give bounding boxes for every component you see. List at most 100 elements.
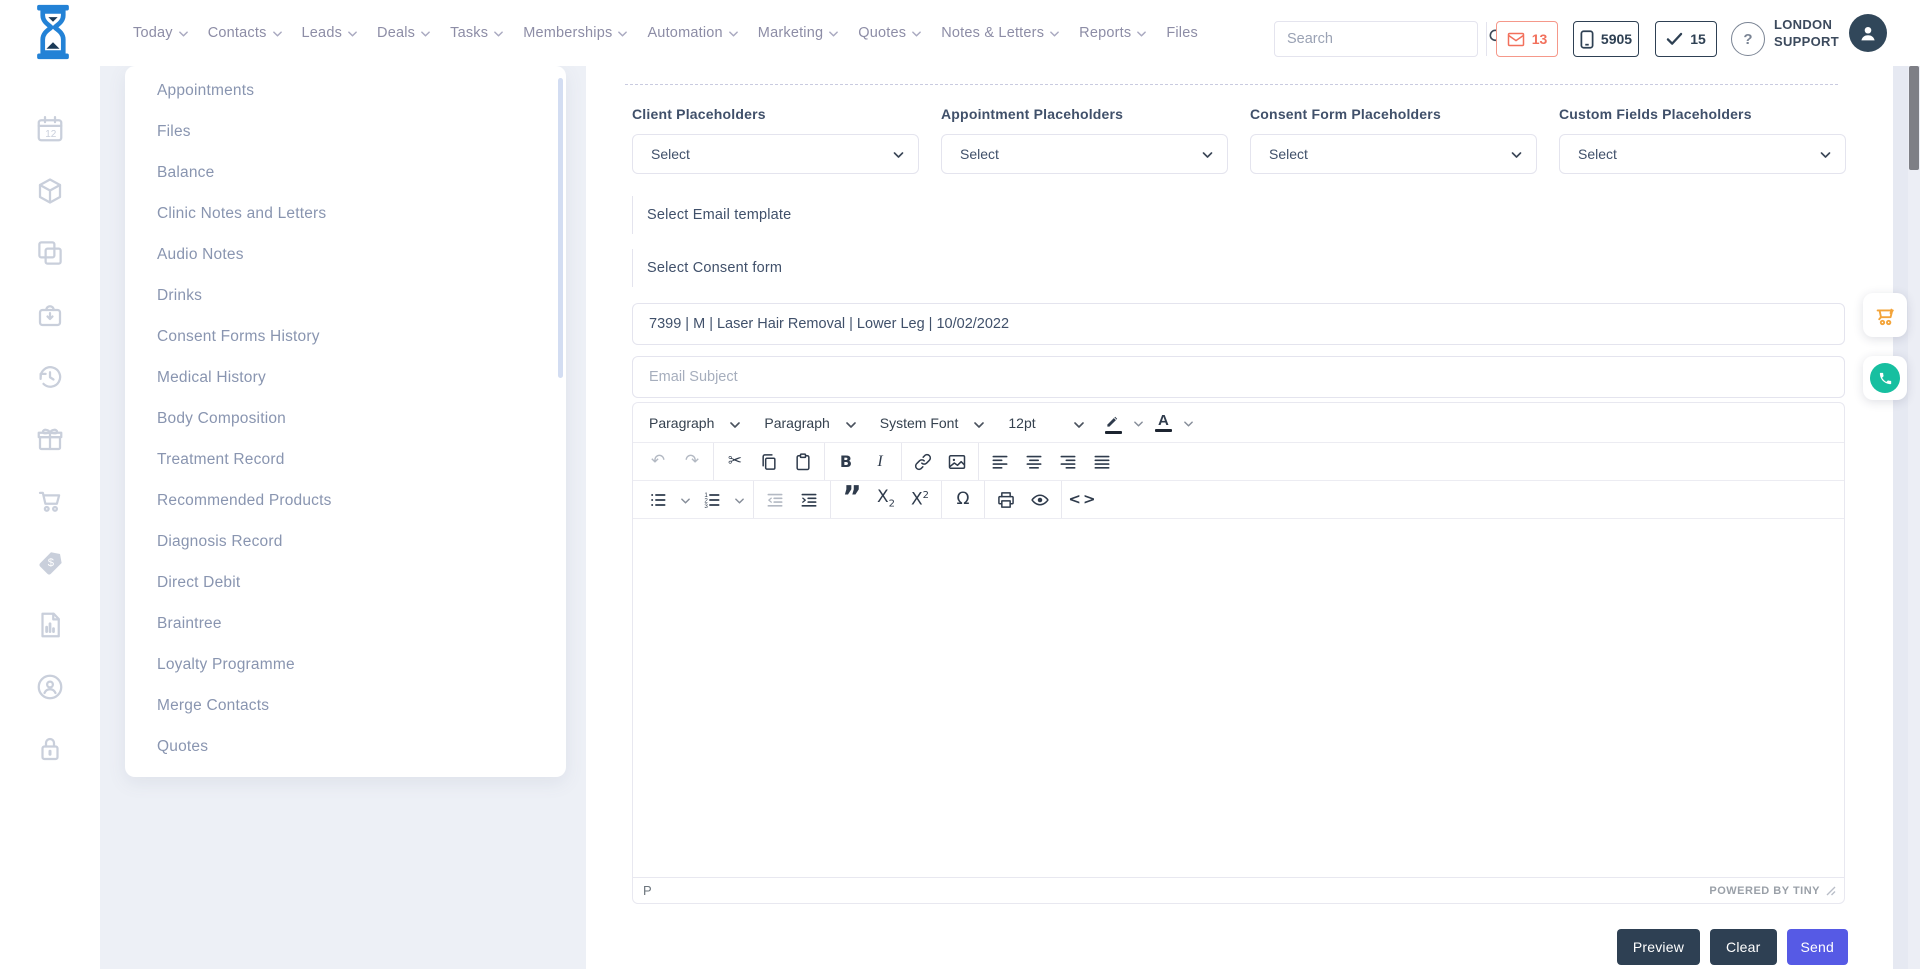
menu-item-clinic-notes-and-letters[interactable]: Clinic Notes and Letters <box>125 193 566 234</box>
phone-floating-button[interactable] <box>1863 356 1907 400</box>
toolbar-cut-button[interactable]: ✂ <box>719 447 751 477</box>
calls-badge[interactable]: 5905 <box>1573 21 1639 57</box>
toolbar-link-button[interactable] <box>907 447 939 477</box>
menu-item-direct-debit[interactable]: Direct Debit <box>125 562 566 603</box>
select-client-placeholders[interactable]: Select <box>632 134 919 174</box>
menu-item-treatment-record[interactable]: Treatment Record <box>125 439 566 480</box>
toolbar-print-button[interactable] <box>990 485 1022 515</box>
toolbar-align-left-button[interactable] <box>984 447 1016 477</box>
search-input[interactable] <box>1275 22 1486 56</box>
cart-floating-button[interactable] <box>1863 293 1907 337</box>
select-consent-form-placeholders[interactable]: Select <box>1250 134 1537 174</box>
toolbar-outdent-button[interactable] <box>759 485 791 515</box>
rail-price-tag-button[interactable]: $ <box>33 548 67 578</box>
side-menu-scrollbar-thumb[interactable] <box>558 78 563 378</box>
rail-calendar-button[interactable]: 12 <box>33 114 67 144</box>
messages-badge[interactable]: 13 <box>1496 21 1558 57</box>
app-logo[interactable] <box>28 5 78 63</box>
clear-button[interactable]: Clear <box>1710 929 1776 965</box>
toolbar-align-justify-button[interactable] <box>1086 447 1118 477</box>
toolbar-highlight-color-button[interactable] <box>1098 408 1128 438</box>
toolbar-blockquote-button[interactable]: ” <box>836 485 868 515</box>
cart-icon <box>35 486 65 516</box>
editor-content-area[interactable] <box>633 519 1844 877</box>
toolbar-dropdown-paragraph-1[interactable]: Paragraph <box>754 408 865 438</box>
nav-item-leads[interactable]: Leads <box>302 25 358 41</box>
menu-item-braintree[interactable]: Braintree <box>125 603 566 644</box>
help-button[interactable]: ? <box>1731 22 1765 56</box>
select-custom-fields-placeholders[interactable]: Select <box>1559 134 1846 174</box>
nav-item-marketing[interactable]: Marketing <box>758 25 838 41</box>
nav-item-deals[interactable]: Deals <box>377 25 430 41</box>
nav-item-files[interactable]: Files <box>1166 25 1198 41</box>
menu-item-files[interactable]: Files <box>125 111 566 152</box>
toolbar-source-code-button[interactable]: <> <box>1067 485 1099 515</box>
toolbar-dropdown-system-font-2[interactable]: System Font <box>870 408 995 438</box>
rail-report-button[interactable] <box>33 610 67 640</box>
select-email-template-link[interactable]: Select Email template <box>632 196 1845 234</box>
rail-package-button[interactable] <box>33 176 67 206</box>
menu-item-medical-history[interactable]: Medical History <box>125 357 566 398</box>
menu-item-appointments[interactable]: Appointments <box>125 70 566 111</box>
toolbar-subscript-button[interactable]: X2 <box>870 485 902 515</box>
avatar[interactable] <box>1849 14 1887 52</box>
tasks-badge[interactable]: 15 <box>1655 21 1717 57</box>
toolbar-numbered-list-button[interactable]: 123 <box>696 485 728 515</box>
select-consent-form-link[interactable]: Select Consent form <box>632 249 1845 287</box>
resize-handle[interactable] <box>1826 886 1836 896</box>
toolbar-superscript-button[interactable]: X2 <box>904 485 936 515</box>
menu-item-audio-notes[interactable]: Audio Notes <box>125 234 566 275</box>
toolbar-numbered-list-menu-button[interactable] <box>730 485 748 515</box>
toolbar-highlight-color-menu-button[interactable] <box>1129 408 1147 438</box>
rail-support-button[interactable] <box>33 672 67 702</box>
nav-item-quotes[interactable]: Quotes <box>858 25 921 41</box>
toolbar-dropdown-12pt-3[interactable]: 12pt <box>998 408 1094 438</box>
send-button[interactable]: Send <box>1787 929 1849 965</box>
toolbar-italic-button[interactable]: I <box>864 447 896 477</box>
toolbar-bullet-list-button[interactable] <box>642 485 674 515</box>
rail-duplicate-button[interactable] <box>33 238 67 268</box>
rail-gift-button[interactable] <box>33 424 67 454</box>
toolbar-indent-button[interactable] <box>793 485 825 515</box>
nav-item-automation[interactable]: Automation <box>647 25 737 41</box>
rail-lock-button[interactable] <box>33 734 67 764</box>
toolbar-text-color-button[interactable]: A <box>1148 408 1178 438</box>
toolbar-dropdown-paragraph-0[interactable]: Paragraph <box>639 408 750 438</box>
toolbar-redo-button[interactable]: ↷ <box>676 447 708 477</box>
menu-item-recommended-products[interactable]: Recommended Products <box>125 480 566 521</box>
email-subject-input[interactable] <box>632 356 1845 398</box>
select-appointment-placeholders[interactable]: Select <box>941 134 1228 174</box>
toolbar-undo-button[interactable]: ↶ <box>642 447 674 477</box>
nav-item-memberships[interactable]: Memberships <box>523 25 627 41</box>
menu-item-drinks[interactable]: Drinks <box>125 275 566 316</box>
nav-item-reports[interactable]: Reports <box>1079 25 1146 41</box>
toolbar-preview-button[interactable] <box>1024 485 1056 515</box>
menu-item-body-composition[interactable]: Body Composition <box>125 398 566 439</box>
toolbar-bullet-list-menu-button[interactable] <box>676 485 694 515</box>
preview-button[interactable]: Preview <box>1617 929 1700 965</box>
menu-item-consent-forms-history[interactable]: Consent Forms History <box>125 316 566 357</box>
nav-item-notes-letters[interactable]: Notes & Letters <box>941 25 1059 41</box>
toolbar-align-center-button[interactable] <box>1018 447 1050 477</box>
nav-item-tasks[interactable]: Tasks <box>450 25 503 41</box>
reference-input[interactable] <box>632 303 1845 345</box>
page-scrollbar-thumb[interactable] <box>1909 66 1919 170</box>
toolbar-copy-button[interactable] <box>753 447 785 477</box>
toolbar-image-button[interactable] <box>941 447 973 477</box>
menu-item-loyalty-programme[interactable]: Loyalty Programme <box>125 644 566 685</box>
nav-item-contacts[interactable]: Contacts <box>208 25 282 41</box>
rail-history-button[interactable] <box>33 362 67 392</box>
toolbar-special-character-button[interactable]: Ω <box>947 485 979 515</box>
toolbar-text-color-menu-button[interactable] <box>1179 408 1197 438</box>
page-scrollbar[interactable] <box>1908 0 1920 969</box>
toolbar-align-right-button[interactable] <box>1052 447 1084 477</box>
menu-item-balance[interactable]: Balance <box>125 152 566 193</box>
toolbar-bold-button[interactable]: B <box>830 447 862 477</box>
menu-item-merge-contacts[interactable]: Merge Contacts <box>125 685 566 726</box>
nav-item-today[interactable]: Today <box>133 25 188 41</box>
rail-shopping-bag-button[interactable] <box>33 300 67 330</box>
toolbar-paste-button[interactable] <box>787 447 819 477</box>
rail-cart-button[interactable] <box>33 486 67 516</box>
menu-item-quotes[interactable]: Quotes <box>125 726 566 767</box>
menu-item-diagnosis-record[interactable]: Diagnosis Record <box>125 521 566 562</box>
